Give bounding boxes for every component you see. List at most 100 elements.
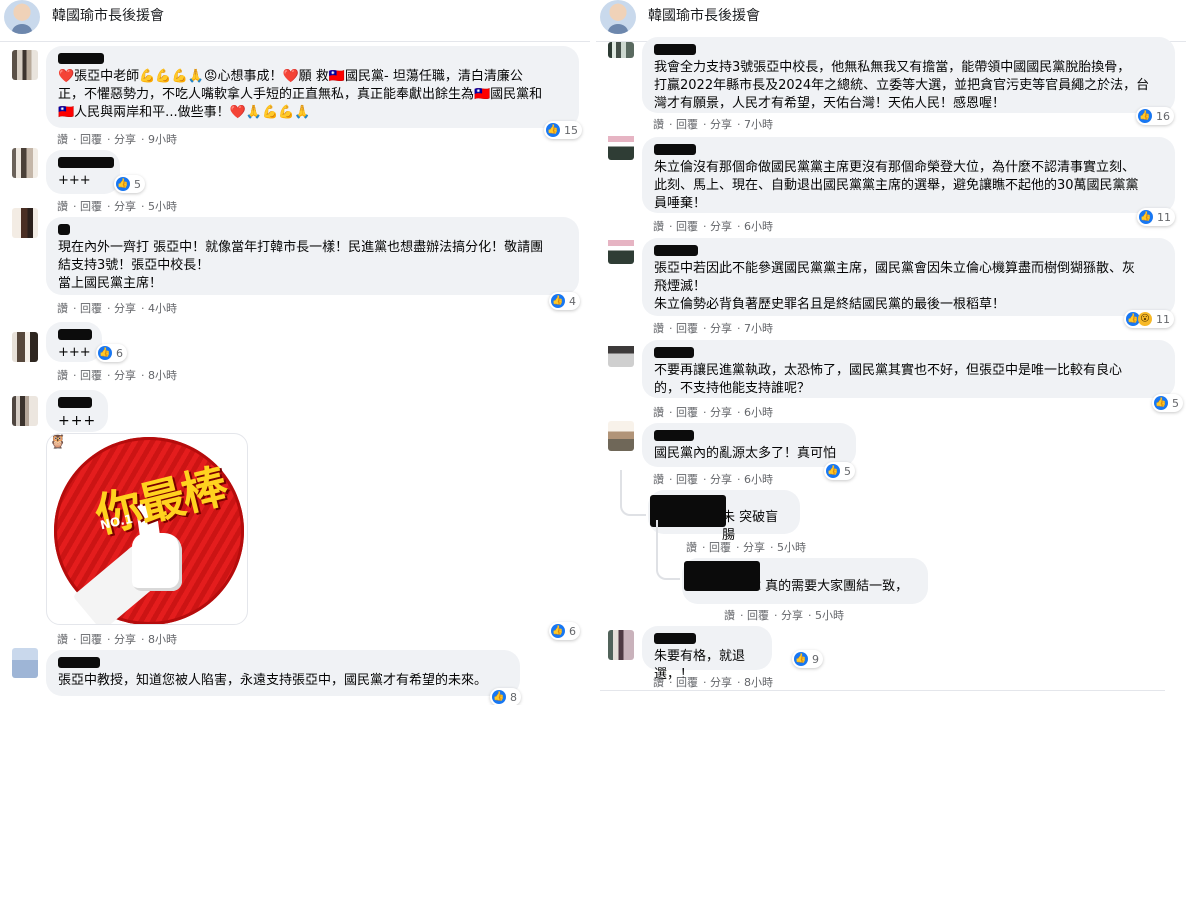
reaction-summary[interactable]: 👍 16 [1136, 107, 1174, 125]
redacted-author-name[interactable] [654, 44, 696, 55]
commenter-avatar[interactable] [608, 630, 634, 660]
timestamp[interactable]: 5小時 [815, 609, 844, 622]
commenter-avatar[interactable] [12, 396, 38, 426]
reaction-summary[interactable]: 👍 6 [549, 622, 580, 640]
like-link[interactable]: 讚 [57, 369, 68, 382]
share-link[interactable]: 分享 [781, 609, 803, 622]
reaction-summary[interactable]: 👍 8 [490, 688, 521, 705]
share-link[interactable]: 分享 [114, 302, 136, 315]
like-link[interactable]: 讚 [57, 302, 68, 315]
share-link[interactable]: 分享 [114, 369, 136, 382]
reply-link[interactable]: 回覆 [80, 369, 102, 382]
comment-text: 不要再讓民進黨執政，太恐怖了，國民黨其實也不好，但張亞中是唯一比較有良心 的，不… [654, 363, 1123, 396]
redacted-author-name[interactable] [58, 157, 114, 168]
timestamp[interactable]: 7小時 [744, 322, 773, 335]
commenter-avatar[interactable] [608, 130, 634, 160]
commenter-avatar[interactable] [608, 42, 634, 58]
reaction-summary[interactable]: 👍 😮 11 [1124, 310, 1174, 328]
like-link[interactable]: 讚 [686, 541, 697, 554]
redacted-author-name[interactable] [654, 430, 694, 441]
commenter-avatar[interactable] [12, 50, 38, 80]
share-link[interactable]: 分享 [710, 220, 732, 233]
timestamp[interactable]: 4小時 [148, 302, 177, 315]
redacted-author-name[interactable] [654, 245, 698, 256]
like-link[interactable]: 讚 [57, 133, 68, 146]
like-link[interactable]: 讚 [653, 676, 664, 689]
reaction-summary[interactable]: 👍 6 [96, 344, 127, 362]
timestamp[interactable]: 6小時 [744, 406, 773, 419]
reaction-summary[interactable]: 👍 4 [549, 292, 580, 310]
commenter-avatar[interactable] [12, 332, 38, 362]
redacted-author-name[interactable] [58, 397, 92, 408]
you-are-the-best-sticker[interactable]: 🦉 你最棒 NO.1 [46, 433, 248, 625]
reply-link[interactable]: 回覆 [676, 322, 698, 335]
like-link[interactable]: 讚 [653, 118, 664, 131]
redacted-author-name[interactable] [654, 633, 696, 644]
like-reaction-icon: 👍 [551, 294, 565, 308]
reply-link[interactable]: 回覆 [80, 200, 102, 213]
group-name[interactable]: 韓國瑜市長後援會 [52, 5, 164, 25]
reply-link[interactable]: 回覆 [676, 676, 698, 689]
reply-link[interactable]: 回覆 [676, 118, 698, 131]
timestamp[interactable]: 8小時 [148, 633, 177, 646]
share-link[interactable]: 分享 [710, 406, 732, 419]
commenter-avatar[interactable] [12, 148, 38, 178]
commenter-avatar[interactable] [12, 208, 38, 238]
share-link[interactable]: 分享 [710, 118, 732, 131]
group-header: 韓國瑜市長後援會 [596, 0, 1186, 42]
redacted-author-name[interactable] [654, 347, 694, 358]
redacted-author-name[interactable] [58, 657, 100, 668]
reply-link[interactable]: 回覆 [676, 473, 698, 486]
group-avatar[interactable] [4, 0, 40, 34]
reply-link[interactable]: 回覆 [709, 541, 731, 554]
reply-link[interactable]: 回覆 [747, 609, 769, 622]
timestamp[interactable]: 8小時 [148, 369, 177, 382]
share-link[interactable]: 分享 [710, 322, 732, 335]
reaction-summary[interactable]: 👍 9 [792, 650, 823, 668]
timestamp[interactable]: 6小時 [744, 473, 773, 486]
timestamp[interactable]: 9小時 [148, 133, 177, 146]
comments-panel-right: 韓國瑜市長後援會 我會全力支持3號張亞中校長，他無私無我又有擔當，能帶領中國國民… [596, 0, 1186, 705]
reply-link[interactable]: 回覆 [676, 406, 698, 419]
like-link[interactable]: 讚 [653, 406, 664, 419]
like-link[interactable]: 讚 [653, 473, 664, 486]
reply-link[interactable]: 回覆 [676, 220, 698, 233]
commenter-avatar[interactable] [608, 421, 634, 451]
share-link[interactable]: 分享 [710, 676, 732, 689]
redacted-author-name[interactable] [58, 224, 70, 235]
like-link[interactable]: 讚 [57, 633, 68, 646]
comment-bubble: 我會全力支持3號張亞中校長，他無私無我又有擔當，能帶領中國國民黨脫胎換骨， 打贏… [642, 37, 1175, 113]
share-link[interactable]: 分享 [710, 473, 732, 486]
commenter-avatar[interactable] [12, 648, 38, 678]
reply-link[interactable]: 回覆 [80, 133, 102, 146]
timestamp[interactable]: 5小時 [148, 200, 177, 213]
reaction-summary[interactable]: 👍 5 [824, 462, 855, 480]
share-link[interactable]: 分享 [114, 200, 136, 213]
redacted-author-name[interactable] [58, 53, 104, 64]
share-link[interactable]: 分享 [114, 133, 136, 146]
commenter-avatar[interactable] [608, 234, 634, 264]
reaction-summary[interactable]: 👍 5 [1152, 394, 1183, 412]
reaction-summary[interactable]: 👍 15 [544, 121, 582, 139]
reaction-summary[interactable]: 👍 11 [1137, 208, 1175, 226]
like-link[interactable]: 讚 [724, 609, 735, 622]
redacted-author-name[interactable] [684, 561, 760, 591]
commenter-avatar[interactable] [608, 337, 634, 367]
reply-link[interactable]: 回覆 [80, 633, 102, 646]
timestamp[interactable]: 8小時 [744, 676, 773, 689]
reaction-summary[interactable]: 👍 5 [114, 175, 145, 193]
timestamp[interactable]: 7小時 [744, 118, 773, 131]
like-link[interactable]: 讚 [57, 200, 68, 213]
like-link[interactable]: 讚 [653, 322, 664, 335]
reply-link[interactable]: 回覆 [80, 302, 102, 315]
like-link[interactable]: 讚 [653, 220, 664, 233]
redacted-author-name[interactable] [58, 329, 92, 340]
like-reaction-icon: 👍 [546, 123, 560, 137]
redacted-author-name[interactable] [654, 144, 696, 155]
share-link[interactable]: 分享 [743, 541, 765, 554]
share-link[interactable]: 分享 [114, 633, 136, 646]
timestamp[interactable]: 6小時 [744, 220, 773, 233]
group-avatar[interactable] [600, 0, 636, 34]
group-name[interactable]: 韓國瑜市長後援會 [648, 5, 760, 25]
timestamp[interactable]: 5小時 [777, 541, 806, 554]
